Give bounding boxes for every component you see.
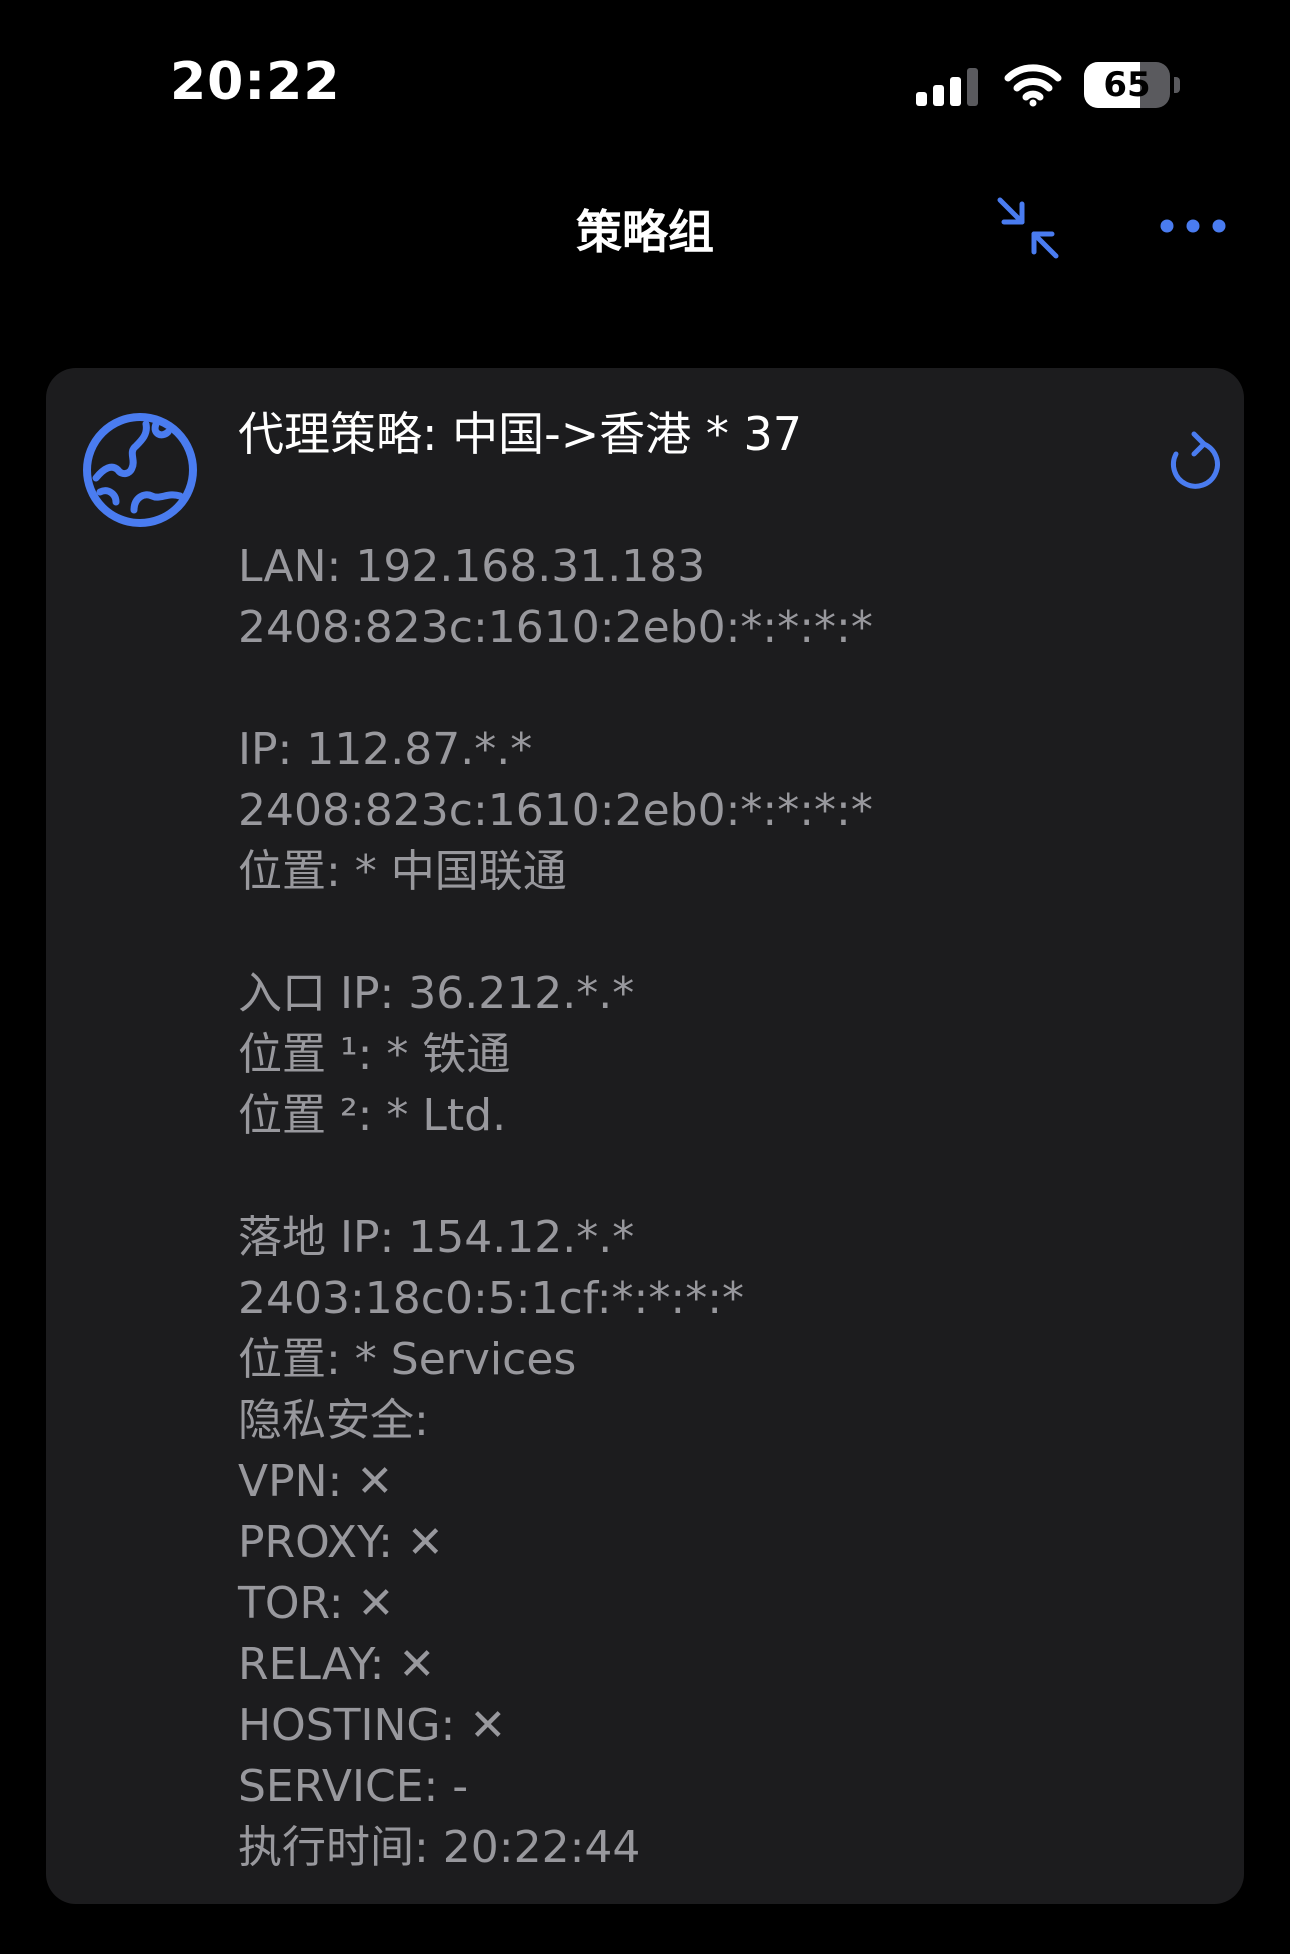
battery-tip — [1174, 77, 1180, 93]
info-line: PROXY: ✕ — [238, 1517, 444, 1568]
info-line: LAN: 192.168.31.183 — [238, 541, 706, 592]
more-icon[interactable] — [1158, 206, 1228, 246]
info-line: 位置: * Services — [238, 1334, 577, 1385]
battery-icon: 65 — [1084, 62, 1180, 108]
globe-icon — [83, 413, 197, 527]
info-line: 位置 ²: * Ltd. — [238, 1090, 507, 1141]
page-title: 策略组 — [576, 205, 714, 259]
info-line: 2408:823c:1610:2eb0:*:*:*:* — [238, 785, 873, 836]
card-title: 代理策略: 中国->香港 * 37 — [238, 407, 803, 461]
blank-line — [238, 902, 873, 963]
info-line: 位置 ¹: * 铁通 — [238, 1029, 511, 1080]
info-line: RELAY: ✕ — [238, 1639, 436, 1690]
battery-level: 65 — [1103, 65, 1151, 105]
policy-card: 代理策略: 中国->香港 * 37 LAN: 192.168.31.183 24… — [46, 368, 1244, 1904]
blank-line — [238, 1146, 873, 1207]
battery-body: 65 — [1084, 62, 1170, 108]
wifi-icon — [1004, 64, 1062, 107]
info-line: 执行时间: 20:22:44 — [238, 1822, 641, 1873]
info-line: 落地 IP: 154.12.*.* — [238, 1212, 635, 1263]
info-line: SERVICE: - — [238, 1761, 469, 1812]
info-line: 2403:18c0:5:1cf:*:*:*:* — [238, 1273, 745, 1324]
info-line: 位置: * 中国联通 — [238, 846, 567, 897]
info-line: 隐私安全: — [238, 1395, 429, 1446]
signal-icon — [916, 68, 978, 106]
status-time: 20:22 — [170, 52, 341, 112]
info-list: LAN: 192.168.31.183 2408:823c:1610:2eb0:… — [238, 536, 873, 1878]
status-bar: 20:22 65 — [0, 0, 1290, 170]
info-line: 入口 IP: 36.212.*.* — [238, 968, 635, 1019]
collapse-icon[interactable] — [992, 192, 1064, 264]
info-line: IP: 112.87.*.* — [238, 724, 533, 775]
info-line: TOR: ✕ — [238, 1578, 395, 1629]
refresh-icon[interactable] — [1166, 430, 1226, 494]
info-line: HOSTING: ✕ — [238, 1700, 507, 1751]
blank-line — [238, 658, 873, 719]
info-line: 2408:823c:1610:2eb0:*:*:*:* — [238, 602, 873, 653]
info-line: VPN: ✕ — [238, 1456, 394, 1507]
